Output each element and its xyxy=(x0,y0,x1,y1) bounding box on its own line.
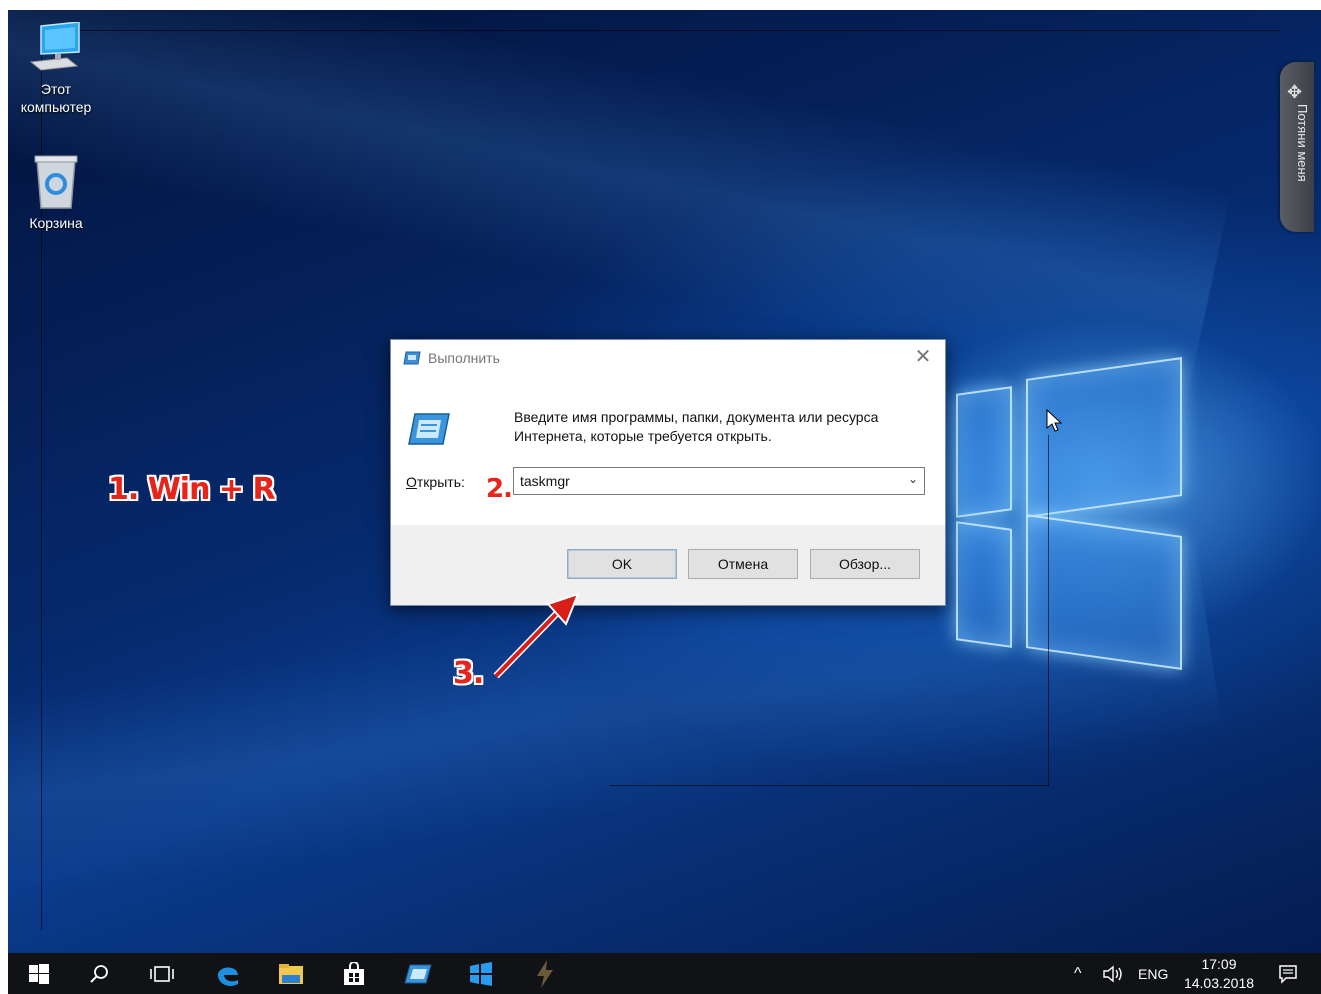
dialog-title: Выполнить xyxy=(428,350,500,366)
start-button[interactable] xyxy=(15,953,63,994)
action-center-button[interactable] xyxy=(1278,953,1298,994)
desktop-icon-label: Этот xyxy=(40,81,72,97)
close-button[interactable]: ✕ xyxy=(909,346,937,370)
desktop-icon-this-pc[interactable]: Этот компьютер xyxy=(8,22,104,116)
task-view-button[interactable] xyxy=(138,953,186,994)
clock-time: 17:09 xyxy=(1201,956,1237,972)
start-icon xyxy=(29,963,49,984)
lightning-app-button[interactable] xyxy=(521,953,569,994)
desktop-icon-label: Корзина xyxy=(29,215,83,231)
desktop-icon-label: компьютер xyxy=(20,99,92,115)
windows-wallpaper-logo xyxy=(956,350,1186,670)
desktop-icon-recycle-bin[interactable]: Корзина xyxy=(8,154,104,232)
annotation-arrow xyxy=(493,592,580,679)
wallpaper-line xyxy=(1048,435,1049,785)
side-panel-pull-me[interactable]: ✥ Потяни меня xyxy=(1280,62,1314,232)
recycle-bin-icon xyxy=(34,155,78,209)
command-combobox[interactable]: ⌄ xyxy=(513,467,925,495)
run-icon xyxy=(404,964,432,983)
open-label-text: ткрыть: xyxy=(416,474,465,490)
run-program-icon xyxy=(408,413,450,445)
search-button[interactable] xyxy=(75,953,123,994)
open-label: Открыть: xyxy=(406,474,465,490)
store-button[interactable] xyxy=(330,953,378,994)
file-explorer-button[interactable] xyxy=(267,953,315,994)
windows-app-icon xyxy=(470,961,492,986)
dialog-titlebar[interactable]: Выполнить ✕ xyxy=(391,340,945,376)
open-label-accesskey: О xyxy=(406,474,417,490)
command-input[interactable] xyxy=(520,471,890,491)
lightning-app-icon xyxy=(537,959,553,988)
windows-app-button[interactable] xyxy=(457,953,505,994)
run-dialog: Выполнить ✕ Введите имя программы, папки… xyxy=(390,339,946,606)
wallpaper-line xyxy=(41,30,1281,31)
move-icon: ✥ xyxy=(1287,82,1303,103)
browse-button[interactable]: Обзор... xyxy=(810,549,920,579)
speaker-icon xyxy=(1103,965,1122,982)
volume-button[interactable] xyxy=(1102,953,1126,994)
cancel-button[interactable]: Отмена xyxy=(688,549,798,579)
task-view-icon xyxy=(150,965,174,982)
run-icon xyxy=(403,351,421,365)
side-panel-label: Потяни меня xyxy=(1295,104,1310,182)
annotation-step-2: 2. xyxy=(486,474,513,504)
chevron-down-icon[interactable]: ⌄ xyxy=(908,472,918,486)
wallpaper-line xyxy=(610,785,1049,786)
dialog-description: Введите имя программы, папки, документа … xyxy=(514,409,879,444)
ok-button[interactable]: OK xyxy=(567,549,677,579)
clock[interactable]: 17:09 14.03.2018 xyxy=(1180,955,1258,993)
search-icon xyxy=(90,964,108,983)
notifications-icon xyxy=(1279,964,1297,984)
taskbar: ^ ENG 17:09 14.03.2018 xyxy=(8,953,1321,994)
store-icon xyxy=(344,961,364,985)
clock-date: 14.03.2018 xyxy=(1183,975,1255,991)
file-explorer-icon xyxy=(279,963,303,984)
annotation-step-1: 1. Win + R xyxy=(108,472,276,507)
language-indicator[interactable]: ENG xyxy=(1138,953,1168,994)
edge-button[interactable] xyxy=(204,953,252,994)
run-taskbar-button[interactable] xyxy=(394,953,442,994)
annotation-step-3: 3. xyxy=(453,656,484,691)
chevron-up-icon: ^ xyxy=(1074,964,1082,982)
show-hidden-icons-button[interactable]: ^ xyxy=(1074,953,1082,994)
mouse-cursor-icon xyxy=(1046,409,1062,432)
computer-icon xyxy=(29,22,80,71)
edge-icon xyxy=(218,966,238,986)
